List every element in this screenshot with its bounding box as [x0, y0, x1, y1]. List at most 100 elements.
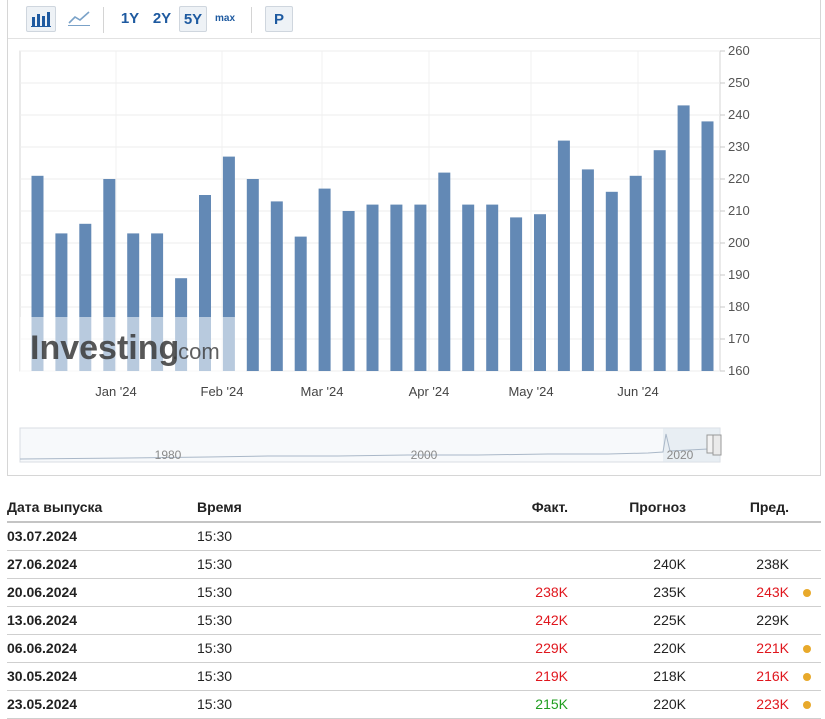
- range-max-button[interactable]: max: [210, 6, 240, 32]
- previous-value: 221K: [756, 640, 789, 656]
- chart-bar[interactable]: [677, 105, 690, 372]
- chart-toolbar: 1Y 2Y 5Y max P: [8, 0, 820, 38]
- chart-bar[interactable]: [581, 169, 594, 371]
- y-tick-label: 250: [728, 75, 750, 90]
- release-time: 15:30: [197, 640, 233, 656]
- forecast-value: 218K: [653, 668, 686, 684]
- chart-bar[interactable]: [438, 172, 451, 371]
- watermark-suffix: .com: [172, 339, 220, 364]
- chart-bar[interactable]: [653, 150, 666, 371]
- actual-value: 219K: [535, 668, 568, 684]
- release-date: 30.05.2024: [7, 668, 78, 684]
- toolbar-divider: [251, 7, 252, 33]
- revision-dot-icon[interactable]: [803, 673, 811, 681]
- x-tick-label: Mar '24: [301, 384, 344, 399]
- y-tick-label: 170: [728, 331, 750, 346]
- release-time: 15:30: [197, 528, 233, 544]
- navigator-label: 2020: [667, 448, 694, 462]
- release-time: 15:30: [197, 668, 233, 684]
- chart-bar[interactable]: [605, 191, 618, 371]
- header-date[interactable]: Дата выпуска: [7, 494, 102, 521]
- release-date: 06.06.2024: [7, 640, 78, 656]
- y-tick-label: 220: [728, 171, 750, 186]
- table-row: 27.06.2024 15:30 240K 238K: [7, 551, 821, 579]
- header-actual[interactable]: Факт.: [532, 494, 568, 521]
- header-previous[interactable]: Пред.: [750, 494, 789, 521]
- release-date: 20.06.2024: [7, 584, 78, 600]
- line-chart-button[interactable]: [64, 6, 94, 32]
- history-table: Дата выпуска Время Факт. Прогноз Пред. 0…: [7, 494, 821, 719]
- chart-bar[interactable]: [318, 188, 331, 371]
- chart-widget: 1Y 2Y 5Y max P Investing .com 260 250 240 2…: [7, 0, 821, 476]
- toolbar-divider: [103, 7, 104, 33]
- x-tick-label: May '24: [508, 384, 553, 399]
- range-5y-button[interactable]: 5Y: [179, 6, 207, 32]
- x-tick-label: Jan '24: [95, 384, 137, 399]
- chart-bar[interactable]: [294, 236, 307, 371]
- table-row: 06.06.2024 15:30 229K 220K 221K: [7, 635, 821, 663]
- y-tick-label: 240: [728, 107, 750, 122]
- line-chart-icon: [68, 11, 90, 26]
- chart-bar[interactable]: [534, 214, 546, 371]
- revision-dot-icon[interactable]: [803, 589, 811, 597]
- chart-bar[interactable]: [510, 217, 523, 371]
- x-tick-label: Feb '24: [201, 384, 244, 399]
- x-tick-label: Jun '24: [617, 384, 659, 399]
- chart-bar[interactable]: [462, 204, 475, 371]
- chart-bar[interactable]: [701, 121, 714, 372]
- navigator-label: 1980: [155, 448, 182, 462]
- y-tick-label: 210: [728, 203, 750, 218]
- y-tick-label: 200: [728, 235, 750, 250]
- chart-bar[interactable]: [342, 211, 355, 371]
- chart-bar[interactable]: [390, 204, 403, 371]
- release-date: 27.06.2024: [7, 556, 78, 572]
- release-date: 23.05.2024: [7, 696, 78, 712]
- previous-value: 238K: [756, 556, 789, 572]
- table-row: 20.06.2024 15:30 238K 235K 243K: [7, 579, 821, 607]
- chart-bar[interactable]: [270, 201, 283, 371]
- y-tick-label: 260: [728, 43, 750, 58]
- previous-value: 229K: [756, 612, 789, 628]
- y-tick-label: 160: [728, 363, 750, 378]
- release-date: 03.07.2024: [7, 528, 78, 544]
- range-2y-button[interactable]: 2Y: [147, 6, 177, 32]
- table-row: 30.05.2024 15:30 219K 218K 216K: [7, 663, 821, 691]
- table-row: 13.06.2024 15:30 242K 225K 229K: [7, 607, 821, 635]
- y-tick-label: 180: [728, 299, 750, 314]
- chart-bar[interactable]: [414, 204, 427, 371]
- forecast-value: 220K: [653, 696, 686, 712]
- table-row: 23.05.2024 15:30 215K 220K 223K: [7, 691, 821, 719]
- y-tick-label: 230: [728, 139, 750, 154]
- header-forecast[interactable]: Прогноз: [629, 494, 686, 521]
- bar-chart-button[interactable]: [26, 6, 56, 32]
- revision-dot-icon[interactable]: [803, 645, 811, 653]
- bar-chart: Investing .com 260 250 240 230 220 210 200 190 1…: [19, 43, 750, 463]
- chart-bar[interactable]: [246, 179, 259, 371]
- range-1y-button[interactable]: 1Y: [115, 6, 145, 32]
- bar-chart-icon: [31, 12, 51, 27]
- header-time[interactable]: Время: [197, 494, 242, 521]
- chart-bar[interactable]: [366, 204, 379, 371]
- navigator-handle[interactable]: [712, 434, 722, 456]
- navigator-label: 2000: [411, 448, 438, 462]
- chart-bar[interactable]: [486, 204, 499, 371]
- chart-bar[interactable]: [557, 140, 570, 371]
- watermark-brand: Investing: [30, 329, 179, 367]
- actual-value: 238K: [535, 584, 568, 600]
- y-tick-label: 190: [728, 267, 750, 282]
- revision-dot-icon[interactable]: [803, 701, 811, 709]
- actual-value: 215K: [535, 696, 568, 712]
- previous-value: 216K: [756, 668, 789, 684]
- release-time: 15:30: [197, 696, 233, 712]
- actual-value: 242K: [535, 612, 568, 628]
- table-row: 03.07.2024 15:30: [7, 523, 821, 551]
- investing-watermark: Investing .com: [20, 317, 246, 373]
- time-navigator[interactable]: 1980 2000 2020: [19, 427, 722, 463]
- p-button[interactable]: P: [265, 6, 293, 32]
- release-date: 13.06.2024: [7, 612, 78, 628]
- x-tick-label: Apr '24: [409, 384, 450, 399]
- forecast-value: 235K: [653, 584, 686, 600]
- table-header: Дата выпуска Время Факт. Прогноз Пред.: [7, 494, 821, 523]
- previous-value: 223K: [756, 696, 789, 712]
- chart-bar[interactable]: [629, 175, 642, 371]
